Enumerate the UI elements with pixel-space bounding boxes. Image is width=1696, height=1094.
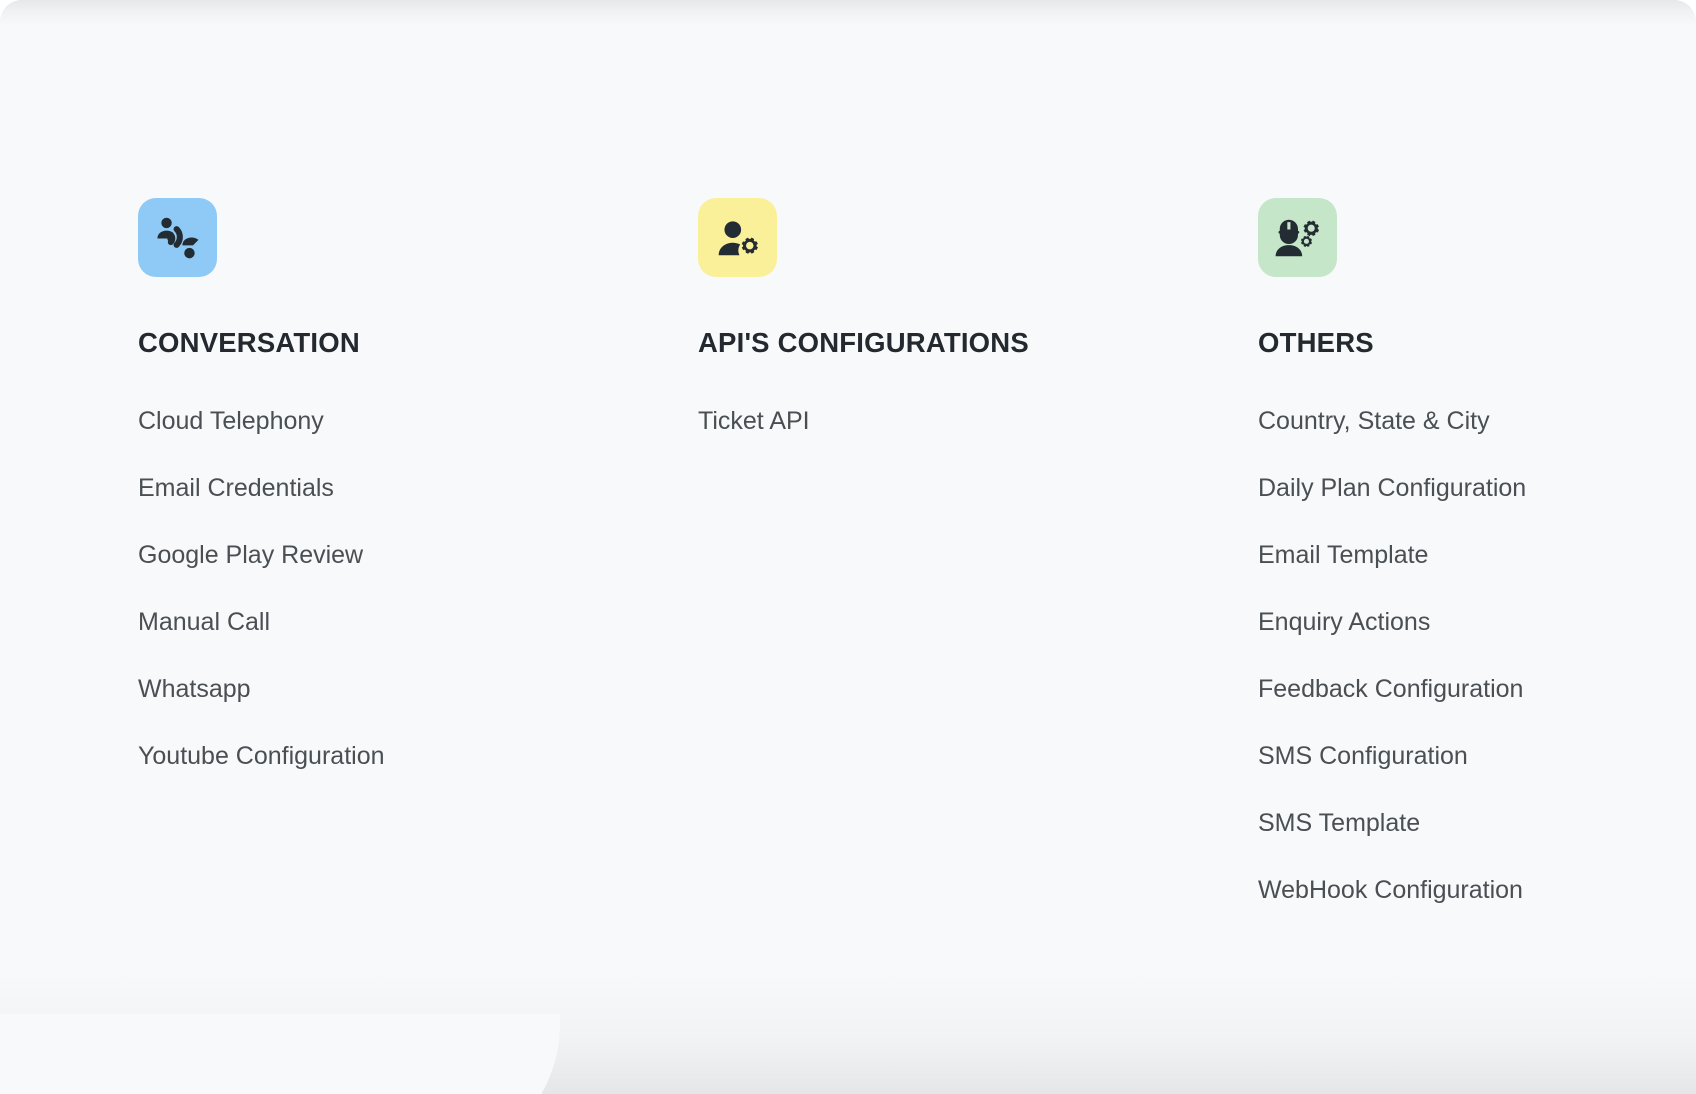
category-link-google-play-review[interactable]: Google Play Review bbox=[138, 542, 363, 568]
page-bottom-curve bbox=[0, 1014, 560, 1094]
category-links: Cloud Telephony Email Credentials Google… bbox=[138, 408, 698, 769]
page-bottom-shadow bbox=[0, 974, 1696, 1094]
user-gear-icon bbox=[698, 198, 777, 277]
page-corner-top-left bbox=[0, 0, 22, 22]
category-link-sms-configuration[interactable]: SMS Configuration bbox=[1258, 743, 1468, 769]
category-link-country-state-city[interactable]: Country, State & City bbox=[1258, 408, 1490, 434]
category-link-ticket-api[interactable]: Ticket API bbox=[698, 408, 810, 434]
page-corner-top-right bbox=[1674, 0, 1696, 22]
category-link-youtube-configuration[interactable]: Youtube Configuration bbox=[138, 743, 385, 769]
category-column-conversation: CONVERSATION Cloud Telephony Email Crede… bbox=[138, 198, 698, 903]
engineer-hardhat-gears-icon bbox=[1258, 198, 1337, 277]
category-column-others: OTHERS Country, State & City Daily Plan … bbox=[1258, 198, 1696, 903]
category-link-feedback-configuration[interactable]: Feedback Configuration bbox=[1258, 676, 1523, 702]
category-columns: CONVERSATION Cloud Telephony Email Crede… bbox=[138, 198, 1636, 903]
category-column-apis-configurations: API'S CONFIGURATIONS Ticket API bbox=[698, 198, 1258, 903]
category-link-daily-plan-configuration[interactable]: Daily Plan Configuration bbox=[1258, 475, 1526, 501]
category-links: Country, State & City Daily Plan Configu… bbox=[1258, 408, 1696, 903]
category-link-webhook-configuration[interactable]: WebHook Configuration bbox=[1258, 877, 1523, 903]
conversation-people-signal-icon bbox=[138, 198, 217, 277]
category-title: OTHERS bbox=[1258, 327, 1374, 358]
settings-categories-page: CONVERSATION Cloud Telephony Email Crede… bbox=[0, 0, 1696, 1094]
category-title: API'S CONFIGURATIONS bbox=[698, 327, 1029, 358]
category-links: Ticket API bbox=[698, 408, 1258, 434]
category-link-manual-call[interactable]: Manual Call bbox=[138, 609, 270, 635]
category-link-email-credentials[interactable]: Email Credentials bbox=[138, 475, 334, 501]
category-title: CONVERSATION bbox=[138, 327, 360, 358]
page-top-edge bbox=[0, 0, 1696, 26]
category-link-enquiry-actions[interactable]: Enquiry Actions bbox=[1258, 609, 1430, 635]
category-link-email-template[interactable]: Email Template bbox=[1258, 542, 1428, 568]
category-link-whatsapp[interactable]: Whatsapp bbox=[138, 676, 251, 702]
category-link-cloud-telephony[interactable]: Cloud Telephony bbox=[138, 408, 324, 434]
category-link-sms-template[interactable]: SMS Template bbox=[1258, 810, 1420, 836]
